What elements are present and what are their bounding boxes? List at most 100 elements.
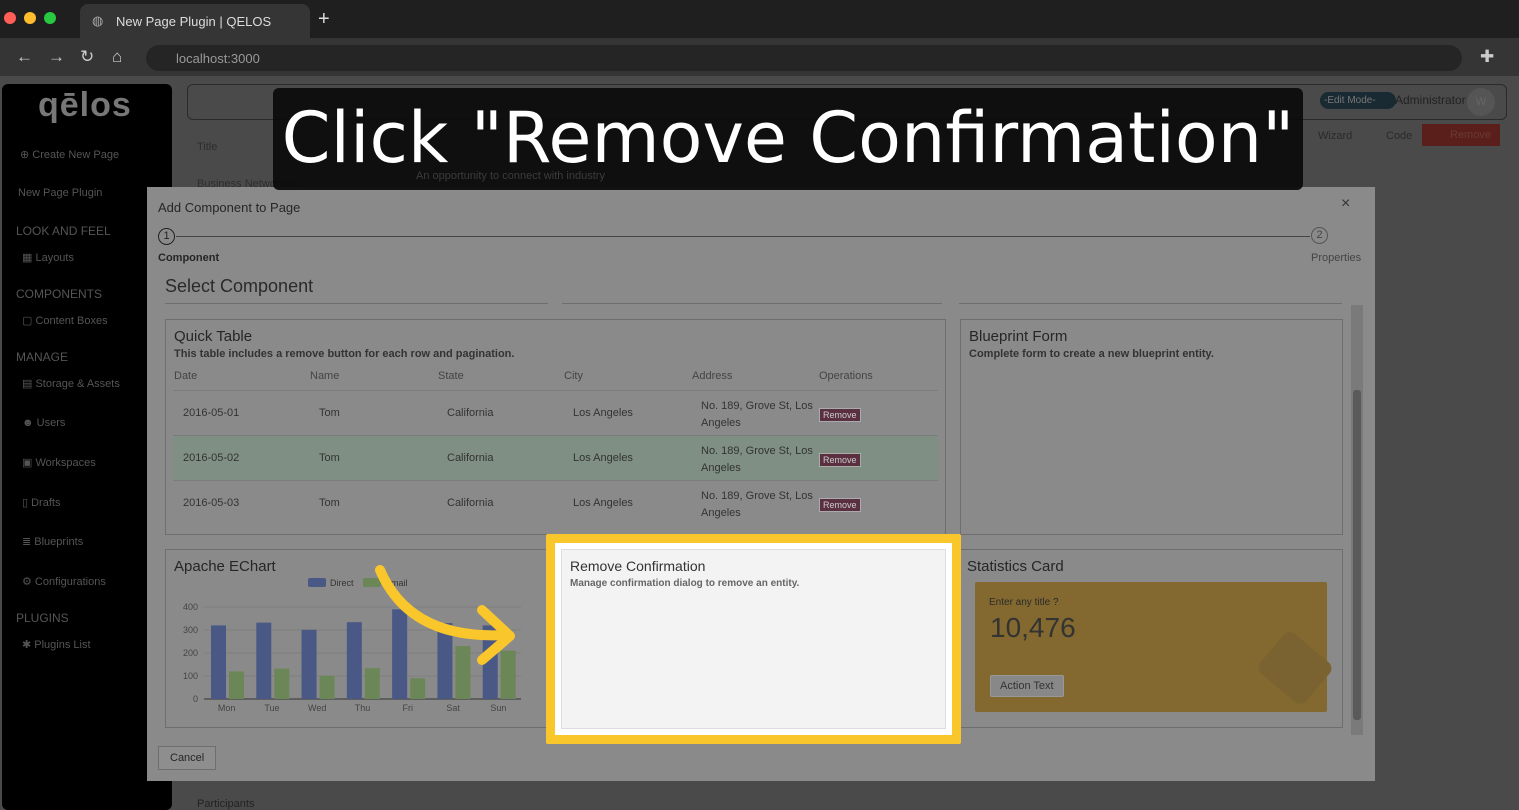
y-tick-label: 400 xyxy=(183,602,198,612)
bg-row-desc: An opportunity to connect with industry xyxy=(416,170,605,182)
browser-tabbar: ◍ New Page Plugin | QELOS + xyxy=(0,0,1519,38)
back-icon[interactable]: ← xyxy=(16,47,33,67)
sidebar-item-workspaces[interactable]: ▣ Workspaces xyxy=(22,456,96,469)
divider xyxy=(165,303,548,304)
label: Drafts xyxy=(31,497,61,509)
bar-email xyxy=(229,671,244,699)
section-look-and-feel: LOOK AND FEEL xyxy=(16,224,111,238)
card-title: Statistics Card xyxy=(967,558,1064,575)
table-cell: Los Angeles xyxy=(573,452,633,464)
table-cell: California xyxy=(447,452,494,464)
sidebar-item-users[interactable]: ☻ Users xyxy=(22,417,65,429)
label: Configurations xyxy=(34,576,106,588)
y-tick-label: 0 xyxy=(193,694,198,704)
sidebar-item-page[interactable]: New Page Plugin xyxy=(18,187,102,199)
stat-label: Enter any title ? xyxy=(989,597,1059,608)
label: Plugins List xyxy=(34,639,91,651)
table-cell: Tom xyxy=(319,407,340,419)
label: Content Boxes xyxy=(35,315,108,327)
table-cell: California xyxy=(447,497,494,509)
briefcase-icon xyxy=(1255,628,1335,708)
label: Create New Page xyxy=(32,149,120,161)
cancel-button[interactable]: Cancel xyxy=(158,746,217,770)
new-tab-button[interactable]: + xyxy=(318,8,330,31)
column-header: Name xyxy=(310,370,340,382)
table-row[interactable]: 2016-05-02 Tom California Los Angeles No. 18… xyxy=(173,435,938,480)
remove-row-button[interactable]: Remove xyxy=(819,408,861,422)
close-icon[interactable]: × xyxy=(1341,195,1350,213)
bar-email xyxy=(364,668,380,699)
sidebar-item-drafts[interactable]: ▯ Drafts xyxy=(22,496,60,509)
step-2-label: Properties xyxy=(1311,252,1362,264)
x-tick-label: Tue xyxy=(264,703,279,713)
bar-direct xyxy=(346,622,362,699)
qelos-logo: qēlos xyxy=(38,86,132,124)
y-tick-label: 200 xyxy=(183,648,198,658)
user-name[interactable]: Administrator xyxy=(1395,93,1466,107)
quick-table-card[interactable]: Quick Table This table includes a remove… xyxy=(165,319,946,535)
remove-confirmation-card[interactable]: Remove Confirmation Manage confirmation … xyxy=(561,549,946,729)
card-title: Remove Confirmation xyxy=(570,558,706,574)
help-icon: ? xyxy=(1052,597,1059,608)
blueprint-form-card[interactable]: Blueprint Form Complete form to create a… xyxy=(960,319,1343,535)
highlight-inner: Remove Confirmation Manage confirmation … xyxy=(555,543,952,735)
home-icon[interactable]: ⌂ xyxy=(112,47,122,67)
sidebar-item-content-boxes[interactable]: ▢ Content Boxes xyxy=(22,314,108,327)
forward-icon[interactable]: → xyxy=(48,47,65,67)
remove-button[interactable]: Remove xyxy=(1422,124,1500,146)
maximize-window-button[interactable] xyxy=(44,12,56,24)
table-cell: 2016-05-01 xyxy=(183,407,240,419)
column-header: Date xyxy=(174,370,198,382)
reload-icon[interactable]: ↻ xyxy=(80,47,94,67)
create-new-page-link[interactable]: ⊕ Create New Page xyxy=(20,148,119,161)
wizard-button[interactable]: Wizard xyxy=(1318,130,1352,142)
browser-tab[interactable]: ◍ New Page Plugin | QELOS xyxy=(80,4,310,38)
table-cell: 2016-05-03 xyxy=(183,497,240,509)
step-1-indicator: 1 xyxy=(158,228,175,245)
url-input[interactable]: localhost:3000 xyxy=(146,45,1462,71)
column-header: Address xyxy=(692,370,733,382)
label: Storage & Assets xyxy=(35,378,120,390)
card-title: Blueprint Form xyxy=(969,328,1068,345)
action-text-button[interactable]: Action Text xyxy=(990,675,1064,697)
x-tick-label: Thu xyxy=(355,703,371,713)
code-button[interactable]: Code xyxy=(1386,130,1412,142)
table-cell: Tom xyxy=(319,452,340,464)
avatar[interactable]: W xyxy=(1467,88,1495,116)
minimize-window-button[interactable] xyxy=(24,12,36,24)
y-tick-label: 100 xyxy=(183,671,198,681)
arrow-pointer-icon xyxy=(375,565,515,665)
scrollbar[interactable] xyxy=(1351,305,1363,735)
x-tick-label: Mon xyxy=(218,703,236,713)
table-cell: No. 189, Grove St, Los Angeles xyxy=(701,490,813,519)
sidebar-item-layouts[interactable]: ▦ Layouts xyxy=(22,251,74,264)
sidebar-item-configurations[interactable]: ⚙ Configurations xyxy=(22,575,106,588)
edit-mode-toggle[interactable]: -Edit Mode- xyxy=(1320,92,1396,109)
sidebar-item-blueprints[interactable]: ≣ Blueprints xyxy=(22,535,83,548)
remove-row-button[interactable]: Remove xyxy=(819,453,861,467)
label: Workspaces xyxy=(35,457,96,469)
extensions-icon[interactable]: ✚ xyxy=(1480,47,1494,67)
y-tick-label: 300 xyxy=(183,625,198,635)
card-desc: Manage confirmation dialog to remove an … xyxy=(570,578,800,589)
table-cell: 2016-05-02 xyxy=(183,452,240,464)
section-components: COMPONENTS xyxy=(16,287,103,301)
sidebar-item-plugins-list[interactable]: ✱ Plugins List xyxy=(22,638,91,651)
table-row[interactable]: 2016-05-03 Tom California Los Angeles No. 18… xyxy=(173,480,938,525)
column-header: Operations xyxy=(819,370,873,382)
tab-title: New Page Plugin | QELOS xyxy=(116,14,272,29)
sidebar-item-storage[interactable]: ▤ Storage & Assets xyxy=(22,377,120,390)
card-desc: This table includes a remove button for … xyxy=(174,348,515,360)
statistics-card[interactable]: Statistics Card Enter any title ? 10,476… xyxy=(960,549,1343,728)
label: Layouts xyxy=(35,252,74,264)
step-2-indicator: 2 xyxy=(1311,227,1328,244)
legend-label: Direct xyxy=(330,578,354,588)
statistics-widget: Enter any title ? 10,476 Action Text xyxy=(975,582,1335,712)
close-window-button[interactable] xyxy=(4,12,16,24)
column-header: State xyxy=(438,370,464,382)
scrollbar-thumb[interactable] xyxy=(1353,390,1361,720)
table-row[interactable]: 2016-05-01 Tom California Los Angeles No. 18… xyxy=(173,390,938,435)
legend-swatch xyxy=(308,578,326,587)
remove-row-button[interactable]: Remove xyxy=(819,498,861,512)
globe-icon: ◍ xyxy=(92,13,104,28)
